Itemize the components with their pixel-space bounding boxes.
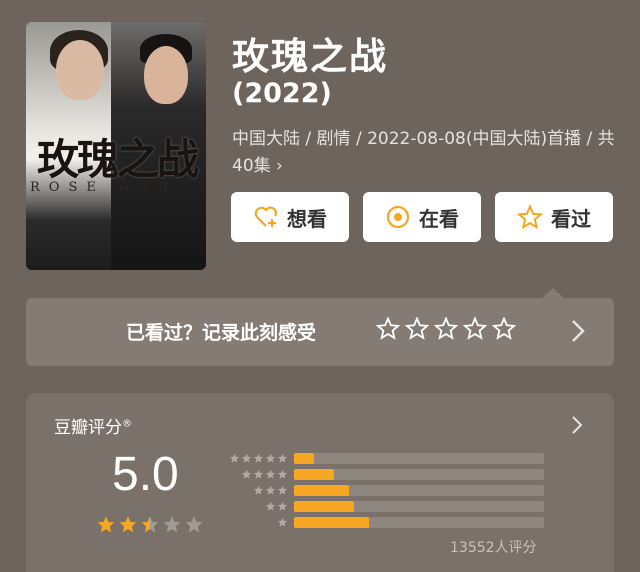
rating-bar-fill	[294, 485, 349, 496]
small-star-icon	[265, 469, 276, 479]
rating-bar-track	[294, 469, 544, 480]
rating-bar-4-star	[224, 469, 546, 481]
rating-label: 豆瓣评分®	[54, 413, 132, 438]
watched-label: 看过	[551, 206, 591, 231]
small-star-icon	[253, 469, 264, 479]
movie-year: (2022)	[232, 78, 332, 109]
record-stars[interactable]	[376, 317, 516, 341]
small-star-icon	[265, 453, 276, 463]
poster-image[interactable]: 玫瑰之战 ROSE WAR	[26, 22, 206, 270]
small-star-icon	[229, 453, 240, 463]
rating-bar-stars	[277, 517, 288, 528]
record-notch	[542, 288, 564, 298]
rate-star-1-icon[interactable]	[376, 317, 400, 341]
want-to-watch-label: 想看	[287, 206, 327, 231]
rating-bar-2-star	[224, 501, 546, 513]
rating-bar-stars	[229, 453, 288, 464]
small-star-icon	[277, 469, 288, 479]
small-star-icon	[253, 453, 264, 463]
rate-star-3-icon[interactable]	[434, 317, 458, 341]
record-feeling-bar[interactable]: 已看过？记录此刻感受	[26, 288, 614, 366]
score-star-5-icon	[185, 516, 203, 533]
rating-bar-fill	[294, 517, 369, 528]
rate-star-2-icon[interactable]	[405, 317, 429, 341]
want-to-watch-button[interactable]: 想看	[231, 192, 349, 242]
score-star-3-icon	[141, 516, 159, 533]
small-star-icon	[241, 469, 252, 479]
small-star-icon	[277, 453, 288, 463]
rate-star-5-icon[interactable]	[492, 317, 516, 341]
small-star-icon	[265, 501, 276, 511]
rating-label-text: 豆瓣评分	[54, 418, 122, 438]
douban-rating-card[interactable]: 豆瓣评分® 5.0 13552人评分	[26, 393, 614, 572]
small-star-icon	[277, 485, 288, 495]
chevron-right-icon[interactable]	[570, 318, 586, 344]
record-prompt-text: 已看过？记录此刻感受	[126, 322, 317, 344]
rating-bar-track	[294, 501, 544, 512]
rating-label-mark: ®	[122, 418, 132, 430]
rating-score: 5.0	[112, 448, 179, 501]
rating-bar-5-star	[224, 453, 546, 465]
poster-face-2	[144, 46, 188, 104]
rating-bar-track	[294, 453, 544, 464]
watching-label: 在看	[419, 206, 459, 231]
rating-bar-track	[294, 485, 544, 496]
watching-button[interactable]: 在看	[363, 192, 481, 242]
star-outline-icon	[517, 204, 543, 230]
rating-count[interactable]: 13552人评分	[450, 537, 537, 557]
movie-title: 玫瑰之战	[232, 35, 388, 78]
small-star-icon	[265, 485, 276, 495]
rating-bar-1-star	[224, 517, 546, 529]
rating-stars	[96, 515, 204, 535]
rating-bar-track	[294, 517, 544, 528]
small-star-icon	[277, 501, 288, 511]
score-star-2-icon	[119, 516, 137, 533]
rating-bar-stars	[265, 501, 288, 512]
poster-face-1	[56, 40, 104, 100]
watched-button[interactable]: 看过	[495, 192, 613, 242]
rating-bar-fill	[294, 453, 314, 464]
target-circle-icon	[386, 205, 410, 229]
rating-bar-fill	[294, 501, 354, 512]
rating-bar-stars	[253, 485, 288, 496]
small-star-icon	[277, 517, 288, 527]
rate-star-4-icon[interactable]	[463, 317, 487, 341]
heart-plus-icon	[254, 206, 277, 227]
rating-bar-stars	[241, 469, 288, 480]
small-star-icon	[253, 485, 264, 495]
rating-bar-fill	[294, 469, 334, 480]
rating-bar-3-star	[224, 485, 546, 497]
poster-subtitle: ROSE WAR	[30, 180, 177, 195]
small-star-icon	[241, 453, 252, 463]
score-star-1-icon	[97, 516, 115, 533]
movie-meta-link[interactable]: 中国大陆 / 剧情 / 2022-08-08(中国大陆)首播 / 共40集 ›	[232, 126, 617, 180]
poster-title: 玫瑰之战	[36, 135, 199, 184]
score-star-4-icon	[163, 516, 181, 533]
chevron-right-icon[interactable]	[571, 415, 583, 435]
